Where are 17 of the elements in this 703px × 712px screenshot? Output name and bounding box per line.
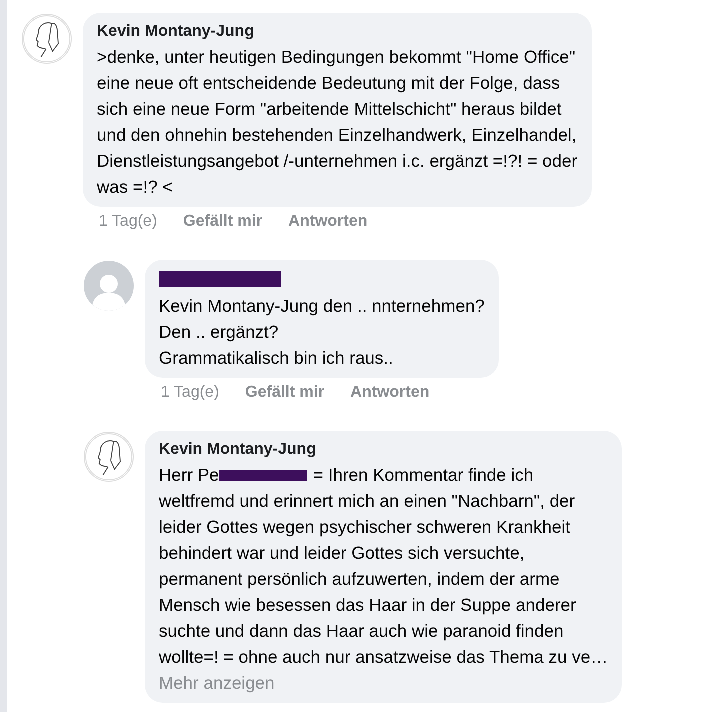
- comment-text: = Ihren Kommentar finde ich: [313, 464, 534, 487]
- author-name[interactable]: Kevin Montany-Jung: [159, 439, 316, 461]
- timestamp: 1 Tag(e): [99, 212, 158, 232]
- comment-text: Herr Pe: [159, 464, 220, 487]
- author-name[interactable]: Kevin Montany-Jung: [97, 21, 254, 43]
- action-link[interactable]: Antworten: [350, 381, 430, 405]
- sketch-avatar-icon: [22, 14, 72, 64]
- comment-text: weltfremd und erinnert mich an einen "Nachbarn", der leider Gottes wegen psychischer schweren Krankheit behindert war und leider Gottes sich versuchte, permanent persönlich aufzuwerten, indem der arme Mensch wie besessen das Haar in der Suppe anderer suchte und dann das Haar auch wie paranoid finden wollte=! = ohne auch nur ansatzweise das Thema zu ve…: [159, 490, 608, 669]
- action-link[interactable]: Gefällt mir: [245, 381, 325, 405]
- action-link[interactable]: Gefällt mir: [183, 210, 263, 234]
- avatar-placeholder: [84, 261, 134, 311]
- see-more-link[interactable]: Mehr anzeigen: [159, 670, 275, 696]
- comment-text: >denke, unter heutigen Bedingungen bekommt "Home Office" eine neue oft entscheidende Bedeutung mit der Folge, dass sich eine neue Form "arbeitende Mittelschicht" heraus bildet und den ohnehin bestehenden Einzelhandwerk, Einzelhandel, Dienstleistungsangebot /-unternehmen i.c. ergänzt =!?! = oder was =!? <: [97, 46, 578, 199]
- comment-text: Kevin Montany-Jung den .. nnternehmen? Den .. ergänzt? Grammatikalisch bin ich raus..: [159, 295, 485, 370]
- action-link[interactable]: Antworten: [288, 210, 368, 234]
- sketch-avatar-icon: [84, 432, 134, 482]
- timestamp: 1 Tag(e): [161, 383, 220, 403]
